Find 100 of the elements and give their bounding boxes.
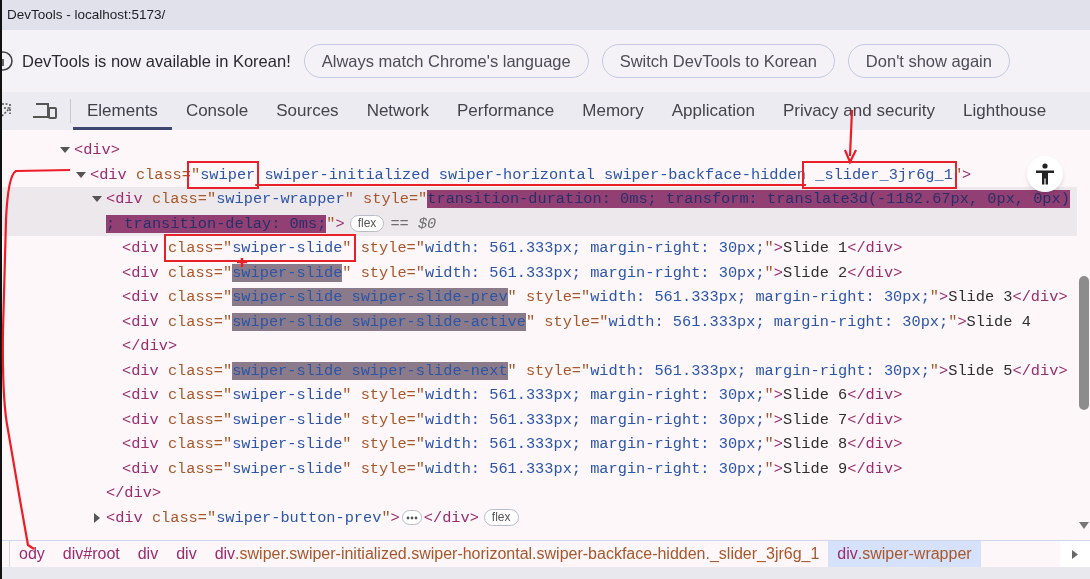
attribute-value: transition-duration: 0ms; transform: translate3d(-1182.67px, 0px, 0px) (427, 190, 1070, 209)
tag-name: </div> (106, 484, 162, 503)
element-text: Slide 3 (948, 288, 1013, 307)
attribute-name: class=" (167, 239, 233, 258)
attribute-name: " (342, 239, 352, 258)
breadcrumb-item[interactable]: div#root (53, 541, 129, 567)
scrollbar-thumb[interactable] (1079, 276, 1089, 410)
attribute-name: " style=" (342, 263, 425, 282)
element-text: Slide 7 (783, 410, 848, 429)
attribute-name: " (381, 508, 391, 527)
tag-name: <div (122, 410, 160, 429)
tag-name: > (773, 386, 783, 405)
accessibility-icon (1035, 163, 1055, 185)
attribute-name: " (929, 361, 940, 380)
attribute-value: width: 561.333px; margin-right: 30px; (424, 263, 765, 282)
tab[interactable]: Network (352, 95, 443, 130)
info-message: DevTools is now available in Korean! (22, 50, 291, 72)
tag-name: > (773, 459, 783, 478)
attribute-value: width: 561.333px; margin-right: 30px; (590, 288, 930, 307)
attribute-name: class=" (167, 435, 233, 454)
breadcrumb-item[interactable]: div.swiper-wrapper (828, 541, 981, 567)
element-text: Slide 9 (783, 459, 848, 478)
tag-name: <div (106, 190, 144, 209)
attribute-value: width: 561.333px; margin-right: 30px; (608, 312, 949, 331)
attribute-name: " style=" (507, 361, 591, 380)
attribute-name: " (929, 288, 940, 307)
device-toolbar-icon[interactable] (32, 101, 58, 121)
tag-name: <div> (74, 141, 120, 160)
ellipsis-icon (405, 515, 418, 520)
scroll-down-arrow-icon[interactable] (1079, 522, 1089, 529)
tag-name: </div> (122, 337, 178, 356)
ellipsis-button[interactable] (401, 510, 422, 526)
attribute-name: class=" (167, 263, 233, 282)
tab[interactable]: Sources (262, 95, 353, 130)
tag-name: <div (122, 361, 160, 380)
breadcrumb-item[interactable]: div (128, 541, 168, 567)
attribute-value: width: 561.333px; margin-right: 30px; (424, 435, 765, 454)
tag-name: </div> (847, 459, 903, 478)
tag-name: > (962, 165, 972, 184)
tag-name: <div (122, 263, 160, 282)
attribute-name: class=" (167, 459, 233, 478)
attribute-value: _slider_3jr6g_1 (814, 165, 953, 184)
attribute-value: swiper-slide (232, 263, 343, 282)
accessibility-button[interactable] (1027, 156, 1063, 192)
tab[interactable]: Privacy and security (768, 95, 949, 130)
tag-name: > (939, 361, 949, 380)
tag-name: </div> (847, 263, 903, 282)
tab[interactable]: Console (171, 95, 263, 130)
selected-row[interactable]: <div class="swiper-wrapper" style="transition-duration: 0ms; transform: translate3d(-1182.67px, 0px, 0px) ; transition-delay: 0ms;"> flex == $0 (2, 187, 1077, 236)
tag-name: </div> (847, 239, 903, 258)
attribute-value: swiper-slide swiper-slide-next (232, 361, 508, 380)
tag-name: > (939, 288, 949, 307)
attribute-value: swiper-slide swiper-slide-active (232, 312, 526, 331)
element-text: Slide 1 (783, 239, 848, 258)
tag-name: <div (122, 435, 160, 454)
tab[interactable]: Memory (568, 95, 658, 130)
flex-badge[interactable]: flex (349, 215, 385, 233)
triangle-right-icon[interactable] (92, 512, 102, 523)
breadcrumb-item[interactable]: div.swiper.swiper-initialized.swiper-horizontal.swiper-backface-hidden._slider_3jr6g_1 (205, 541, 829, 567)
breadcrumb-item[interactable]: ody (10, 541, 54, 567)
element-text: Slide 8 (783, 435, 848, 454)
tag-name: </div> (847, 386, 903, 405)
flex-badge[interactable]: flex (483, 509, 519, 527)
info-icon (2, 50, 14, 72)
attribute-value: width: 561.333px; margin-right: 30px; (424, 386, 765, 405)
attribute-name: " (326, 214, 336, 233)
tag-name: </div> (847, 410, 903, 429)
scroll-right-icon[interactable] (1072, 549, 1078, 559)
attribute-name: " style=" (342, 410, 425, 429)
attribute-name: " style=" (342, 459, 425, 478)
attribute-name: " (191, 165, 201, 184)
attribute-name: class=" (151, 190, 217, 209)
attribute-value: swiper-slide swiper-slide-prev (232, 288, 508, 307)
attribute-value: swiper-slide (232, 459, 343, 478)
tag-name: <div (122, 459, 160, 478)
tab[interactable]: Application (657, 95, 769, 130)
tag-name: > (390, 508, 400, 527)
attribute-name: " (764, 386, 774, 405)
attribute-name: class=" (167, 386, 233, 405)
attribute-name: " (952, 165, 963, 184)
element-text: Slide 2 (783, 263, 848, 282)
attribute-value: width: 561.333px; margin-right: 30px; (424, 410, 765, 429)
tag-name: <div (122, 288, 160, 307)
attribute-name: " style=" (344, 190, 428, 209)
tag-name: > (773, 435, 783, 454)
triangle-down-icon[interactable] (76, 169, 86, 180)
tag-name: </div> (1012, 288, 1068, 307)
attribute-value: ; transition-delay: 0ms; (106, 214, 327, 233)
window-title: DevTools - localhost:5173/ (7, 5, 166, 24)
tab[interactable]: Performance (443, 95, 569, 130)
attribute-value: width: 561.333px; margin-right: 30px; (424, 459, 765, 478)
tag-name: > (773, 239, 783, 258)
breadcrumb-item[interactable]: div (167, 541, 206, 567)
tag-name: <div (122, 239, 160, 258)
attribute-name: " style=" (342, 435, 425, 454)
attribute-name: " style=" (342, 386, 425, 405)
tab[interactable]: Lighthouse (949, 95, 1061, 130)
attribute-value: width: 561.333px; margin-right: 30px; (424, 239, 765, 258)
attribute-name: " (764, 410, 774, 429)
attribute-value: swiper-button-prev (216, 508, 382, 527)
